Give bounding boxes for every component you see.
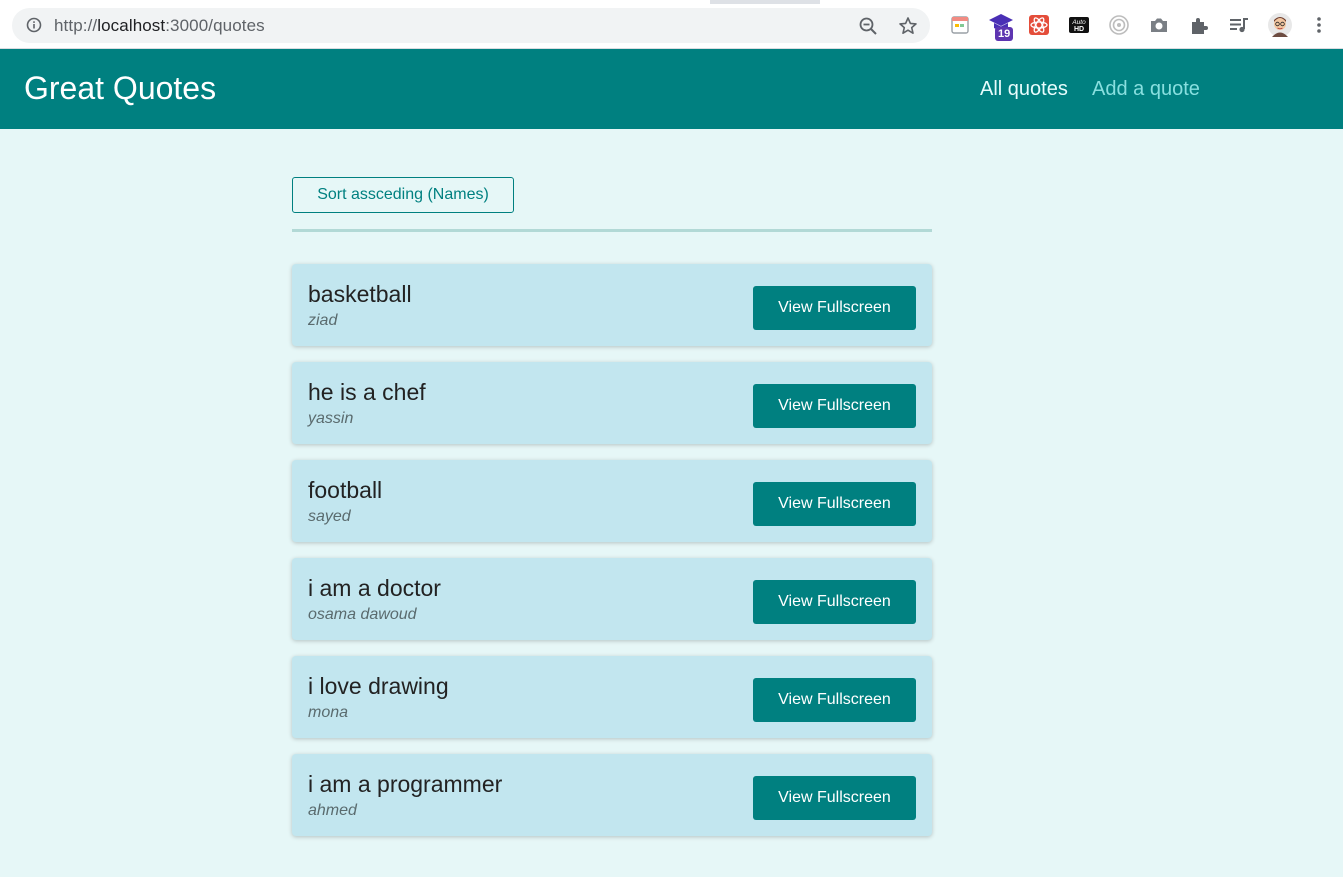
quote-author: osama dawoud: [308, 606, 417, 623]
svg-text:Auto: Auto: [1071, 19, 1086, 26]
nav-add-quote[interactable]: Add a quote: [1092, 78, 1200, 101]
address-bar[interactable]: http://localhost:3000/quotes: [12, 8, 930, 43]
quote-item: i am a programmer ahmed View Fullscreen: [292, 754, 932, 836]
quote-author: yassin: [308, 410, 354, 427]
quote-text: i am a programmer: [308, 771, 503, 797]
quote-item: he is a chef yassin View Fullscreen: [292, 362, 932, 444]
view-fullscreen-button[interactable]: View Fullscreen: [753, 384, 916, 428]
zoom-out-icon[interactable]: [858, 16, 878, 36]
quote-list: basketball ziad View Fullscreen he is a …: [292, 264, 932, 852]
svg-text:HD: HD: [1074, 26, 1084, 33]
quote-item: basketball ziad View Fullscreen: [292, 264, 932, 346]
app-header: Great Quotes All quotes Add a quote: [0, 49, 1343, 129]
browser-toolbar: http://localhost:3000/quotes 19 Auto HD: [0, 0, 1343, 49]
target-extension-icon[interactable]: [1108, 14, 1130, 36]
calendar-extension-icon[interactable]: [949, 14, 971, 36]
info-icon[interactable]: [26, 17, 42, 33]
auto-hd-icon[interactable]: Auto HD: [1068, 14, 1090, 36]
quote-text: i love drawing: [308, 673, 449, 699]
quote-text: basketball: [308, 281, 412, 307]
quote-text: he is a chef: [308, 379, 426, 405]
quote-author: mona: [308, 704, 349, 721]
profile-avatar-icon[interactable]: [1268, 13, 1292, 37]
react-devtools-icon[interactable]: [1028, 14, 1050, 36]
bookmark-star-icon[interactable]: [898, 16, 918, 36]
divider: [292, 229, 932, 232]
camera-icon[interactable]: [1148, 14, 1170, 36]
quote-item: i am a doctor osama dawoud View Fullscre…: [292, 558, 932, 640]
browser-menu-icon[interactable]: [1308, 14, 1330, 36]
tab-strip: [0, 0, 1343, 4]
quote-text: football: [308, 477, 383, 503]
address-url[interactable]: http://localhost:3000/quotes: [54, 16, 265, 36]
quote-text: i am a doctor: [308, 575, 441, 601]
view-fullscreen-button[interactable]: View Fullscreen: [753, 776, 916, 820]
extension-badge: 19: [995, 27, 1014, 41]
view-fullscreen-button[interactable]: View Fullscreen: [753, 678, 916, 722]
view-fullscreen-button[interactable]: View Fullscreen: [753, 286, 916, 330]
quote-item: i love drawing mona View Fullscreen: [292, 656, 932, 738]
sort-button[interactable]: Sort assceding (Names): [292, 177, 514, 213]
quote-author: ahmed: [308, 802, 357, 819]
app-title: Great Quotes: [24, 70, 217, 106]
extensions-puzzle-icon[interactable]: [1188, 14, 1210, 36]
view-fullscreen-button[interactable]: View Fullscreen: [753, 482, 916, 526]
media-playlist-icon[interactable]: [1228, 14, 1250, 36]
quote-item: football sayed View Fullscreen: [292, 460, 932, 542]
view-fullscreen-button[interactable]: View Fullscreen: [753, 580, 916, 624]
nav-all-quotes[interactable]: All quotes: [980, 78, 1068, 101]
quote-author: sayed: [308, 508, 351, 525]
quote-author: ziad: [308, 312, 338, 329]
graduation-extension[interactable]: 19: [988, 12, 1018, 44]
